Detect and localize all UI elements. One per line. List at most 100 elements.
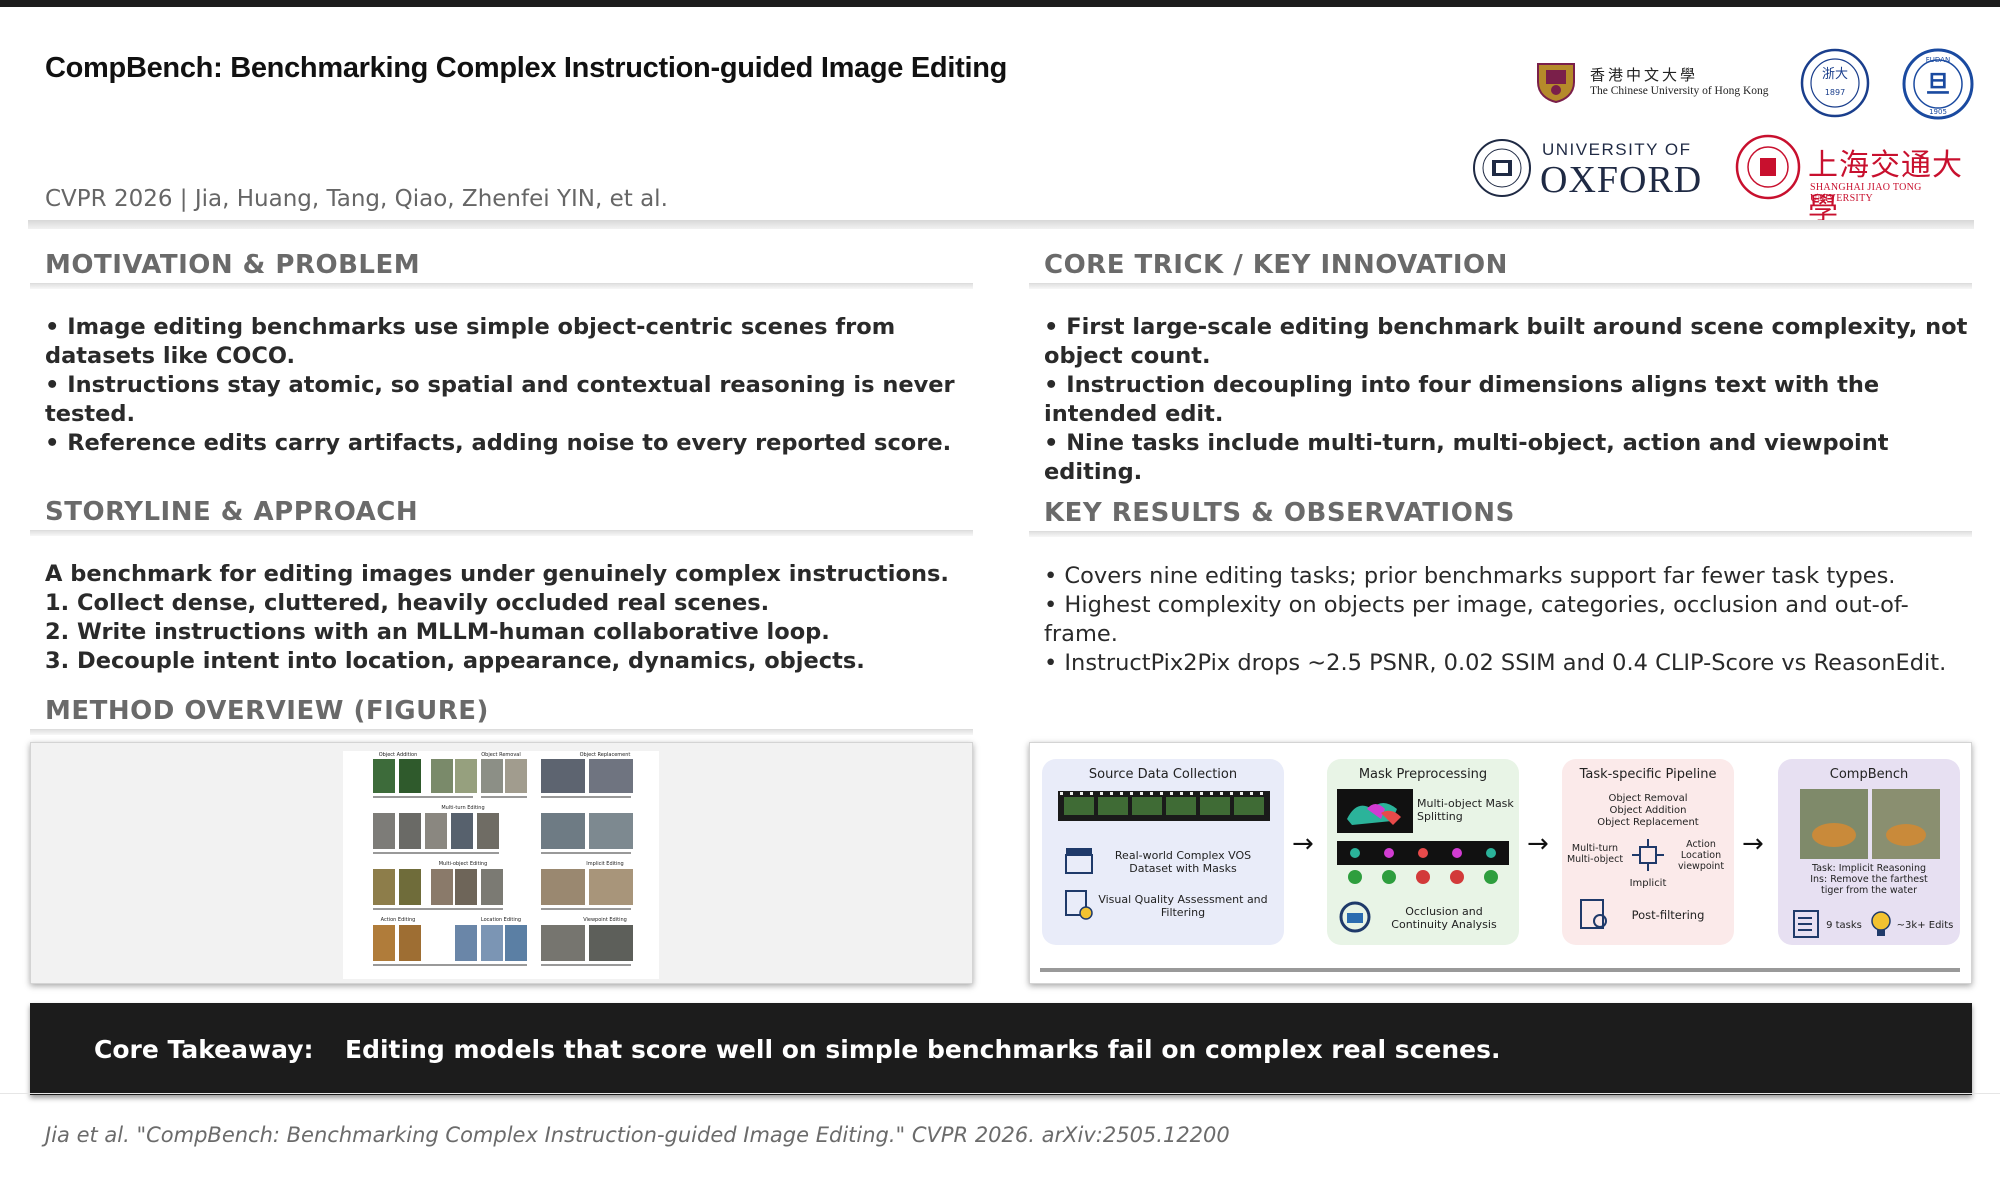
svg-text:旦: 旦 bbox=[1926, 69, 1950, 98]
core-bullet-3: • Nine tasks include multi-turn, multi-o… bbox=[1044, 430, 1889, 485]
storyline-title: STORYLINE & APPROACH bbox=[45, 497, 419, 527]
stage-compbench-tasks: 9 tasks bbox=[1826, 920, 1862, 931]
task-left-label: Multi-turn Multi-object bbox=[1566, 843, 1624, 865]
storyline-line-3: 3. Decouple intent into location, appear… bbox=[45, 648, 865, 674]
zju-seal: 浙大 1897 bbox=[1800, 48, 1870, 118]
grid-header-3: Object Replacement bbox=[580, 752, 631, 758]
header-divider bbox=[28, 220, 1974, 229]
arrow-icon-3: → bbox=[1742, 829, 1764, 859]
core-bullet-2: • Instruction decoupling into four dimen… bbox=[1044, 372, 1880, 427]
grid-header-8: Location Editing bbox=[481, 917, 521, 923]
stage-compbench-title: CompBench bbox=[1829, 767, 1909, 782]
core-bullets: • First large-scale editing benchmark bu… bbox=[1044, 313, 1969, 487]
fudan-seal: 旦 FUDAN 1905 bbox=[1902, 48, 1974, 120]
motivation-title: MOTIVATION & PROBLEM bbox=[45, 250, 421, 280]
venue-authors: CVPR 2026 | Jia, Huang, Tang, Qiao, Zhen… bbox=[45, 186, 668, 212]
storyline-lines: A benchmark for editing images under gen… bbox=[45, 560, 975, 676]
results-bullet-3: • InstructPix2Pix drops ~2.5 PSNR, 0.02 … bbox=[1044, 650, 1947, 676]
stage-mask-title: Mask Preprocessing bbox=[1358, 767, 1488, 782]
method-title: METHOD OVERVIEW (FIGURE) bbox=[45, 696, 489, 726]
oxford-top-text: UNIVERSITY OF bbox=[1542, 140, 1692, 159]
stage-compbench-task: Task: Implicit Reasoning bbox=[1811, 863, 1926, 874]
editing-examples-grid: Object Addition Object Removal Object Re… bbox=[343, 751, 659, 979]
stage-task-title: Task-specific Pipeline bbox=[1579, 767, 1717, 782]
storyline-rule bbox=[30, 530, 973, 536]
quality-badge-icon bbox=[1065, 890, 1093, 920]
core-title: CORE TRICK / KEY INNOVATION bbox=[1044, 250, 1508, 280]
task-list-icon bbox=[1793, 910, 1819, 938]
storyline-line-0: A benchmark for editing images under gen… bbox=[45, 561, 949, 587]
grid-header-4: Multi-turn Editing bbox=[441, 805, 484, 811]
check-status-icons bbox=[1348, 870, 1498, 884]
motivation-bullet-3: • Reference edits carry artifacts, addin… bbox=[45, 430, 952, 456]
headset-analysis-icon bbox=[1339, 901, 1371, 933]
lightbulb-icon bbox=[1871, 911, 1891, 936]
mask-image-icon bbox=[1337, 789, 1413, 833]
stage-mask-preprocessing: Mask Preprocessing Multi-object Mask Spl… bbox=[1327, 759, 1519, 945]
cuhk-logo: 香港中文大學 The Chinese University of Hong Ko… bbox=[1530, 58, 1770, 108]
svg-text:1897: 1897 bbox=[1825, 88, 1845, 97]
cuhk-crest-icon bbox=[1537, 63, 1575, 104]
takeaway-label: Core Takeaway: bbox=[94, 1035, 314, 1064]
results-title: KEY RESULTS & OBSERVATIONS bbox=[1044, 498, 1515, 528]
arrow-icon-2: → bbox=[1527, 829, 1549, 859]
stage-compbench-edits: ~3k+ Edits bbox=[1896, 920, 1954, 931]
citation: Jia et al. "CompBench: Benchmarking Comp… bbox=[45, 1123, 1230, 1147]
film-strip-icon bbox=[1058, 791, 1270, 821]
task-list-3: Object Replacement bbox=[1597, 817, 1699, 828]
results-bullets: • Covers nine editing tasks; prior bench… bbox=[1044, 562, 1969, 678]
stage-mask-item1: Multi-object Mask Splitting bbox=[1417, 797, 1514, 823]
results-bullet-1: • Covers nine editing tasks; prior bench… bbox=[1044, 563, 1896, 589]
arrow-icon-1: → bbox=[1292, 829, 1314, 859]
sjtu-en-name: SHANGHAI JIAO TONG UNIVERSITY bbox=[1810, 182, 1922, 204]
motivation-bullet-1: • Image editing benchmarks use simple ob… bbox=[45, 314, 896, 369]
task-list-2: Object Addition bbox=[1609, 805, 1687, 816]
stage-task-item: Post-filtering bbox=[1631, 908, 1705, 922]
oxford-main-text: OXFORD bbox=[1540, 159, 1703, 201]
pipeline-figure-panel: Source Data Collection Real-world Comple… bbox=[1029, 742, 1972, 984]
figure-caption-fragment bbox=[1040, 968, 1960, 972]
cuhk-en-name: The Chinese University of Hong Kong bbox=[1590, 85, 1769, 97]
tiger-example-image bbox=[1800, 789, 1940, 859]
method-rule bbox=[30, 729, 973, 735]
method-figure-panel: Object Addition Object Removal Object Re… bbox=[30, 742, 973, 984]
sjtu-logo: 上海交通大學 SHANGHAI JIAO TONG UNIVERSITY bbox=[1735, 134, 1975, 227]
svg-text:浙大: 浙大 bbox=[1822, 67, 1848, 82]
task-bottom-label: Implicit bbox=[1629, 878, 1667, 889]
results-rule bbox=[1029, 531, 1972, 537]
task-right-label: Action Location viewpoint bbox=[1677, 839, 1725, 872]
results-bullet-2: • Highest complexity on objects per imag… bbox=[1044, 592, 1909, 647]
motivation-bullet-2: • Instructions stay atomic, so spatial a… bbox=[45, 372, 955, 427]
grid-header-6: Implicit Editing bbox=[586, 861, 623, 867]
sjtu-seal-icon bbox=[1735, 134, 1801, 200]
mask-strip-icon bbox=[1337, 841, 1509, 865]
core-bullet-1: • First large-scale editing benchmark bu… bbox=[1044, 314, 1968, 369]
stage-compbench: CompBench Task: Implicit Reasoning Ins: … bbox=[1778, 759, 1960, 945]
motivation-bullets: • Image editing benchmarks use simple ob… bbox=[45, 313, 960, 458]
grid-header-2: Object Removal bbox=[481, 752, 521, 758]
clapperboard-icon bbox=[1065, 848, 1093, 874]
stage-source-title: Source Data Collection bbox=[1088, 767, 1238, 782]
motivation-rule bbox=[30, 283, 973, 289]
takeaway-text: Editing models that score well on simple… bbox=[345, 1035, 1501, 1064]
top-bar bbox=[0, 0, 2000, 7]
stage-task-pipeline: Task-specific Pipeline Object Removal Ob… bbox=[1562, 759, 1734, 945]
cuhk-zh-name: 香港中文大學 bbox=[1590, 66, 1699, 84]
filter-report-icon bbox=[1580, 899, 1607, 929]
grid-header-5: Multi-object Editing bbox=[439, 861, 488, 867]
stage-source-item2: Visual Quality Assessment and Filtering bbox=[1098, 893, 1268, 919]
storyline-line-1: 1. Collect dense, cluttered, heavily occ… bbox=[45, 590, 770, 616]
task-list-1: Object Removal bbox=[1608, 793, 1688, 804]
svg-text:FUDAN: FUDAN bbox=[1926, 56, 1950, 64]
processor-chip-icon bbox=[1632, 839, 1664, 871]
oxford-logo: UNIVERSITY OF OXFORD bbox=[1472, 132, 1712, 204]
page-title: CompBench: Benchmarking Complex Instruct… bbox=[45, 52, 1008, 84]
stage-source-data: Source Data Collection Real-world Comple… bbox=[1042, 759, 1284, 945]
footer-divider bbox=[0, 1093, 2000, 1094]
core-rule bbox=[1029, 283, 1972, 289]
core-takeaway-banner: Core Takeaway: Editing models that score… bbox=[30, 1003, 1972, 1095]
svg-text:1905: 1905 bbox=[1929, 108, 1947, 116]
stage-source-item1: Real-world Complex VOS Dataset with Mask… bbox=[1114, 849, 1252, 875]
stage-mask-item2: Occlusion and Continuity Analysis bbox=[1391, 905, 1497, 931]
storyline-line-2: 2. Write instructions with an MLLM-human… bbox=[45, 619, 830, 645]
